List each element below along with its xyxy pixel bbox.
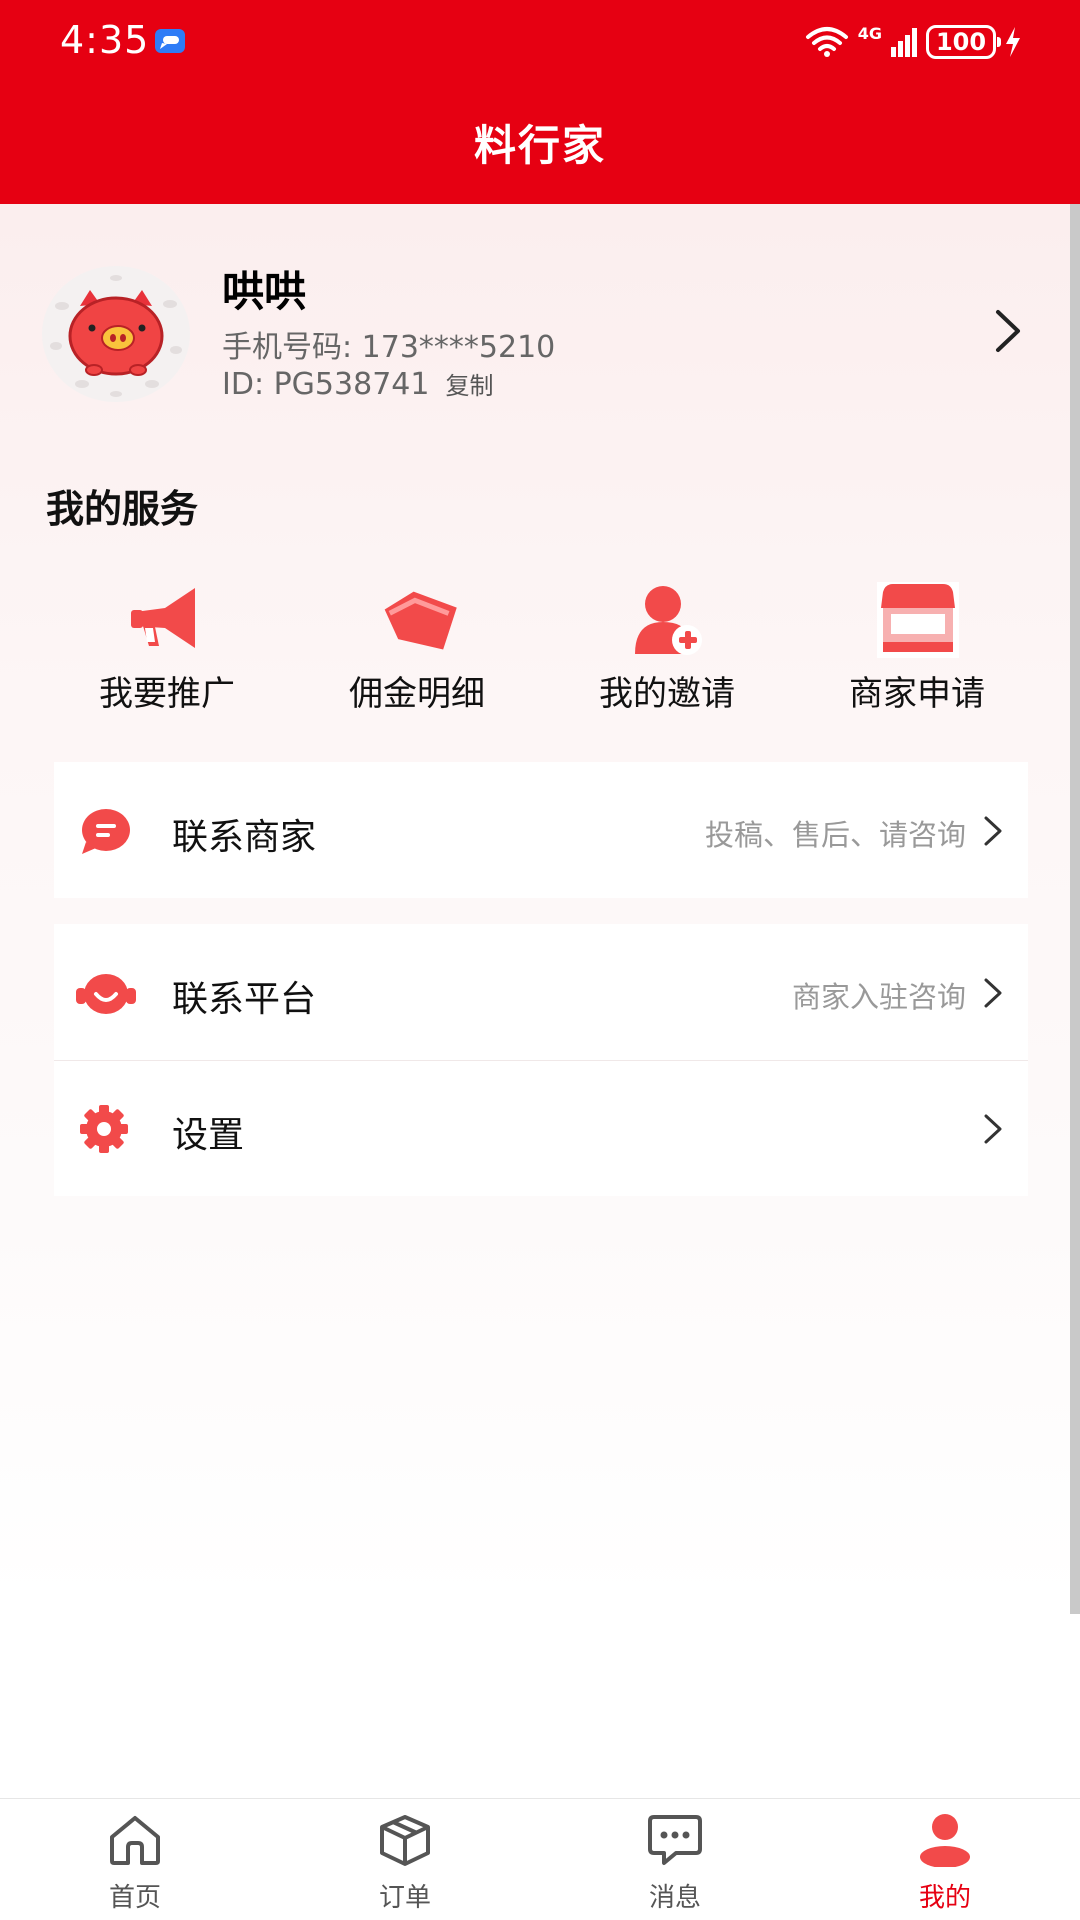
battery-icon: 100 <box>926 25 1001 59</box>
copy-id-button[interactable]: 复制 <box>445 366 493 401</box>
price-tag-icon <box>384 591 457 650</box>
contact-merchant-hint: 投稿、售后、请咨询 <box>704 818 966 852</box>
settings-label: 设置 <box>172 1115 245 1156</box>
bottom-tab-bar: 首页 订单 消息 我的 <box>0 1798 1080 1920</box>
megaphone-icon <box>131 588 195 648</box>
tab-orders[interactable]: 订单 <box>270 1799 540 1920</box>
user-id: ID: PG538741 <box>222 367 430 402</box>
tab-orders-label: 订单 <box>378 1883 431 1913</box>
app-header: 4:35 4G 100 料行家 <box>0 0 1080 204</box>
page-title: 料行家 <box>473 121 606 170</box>
service-merchant-apply[interactable]: 商家申请 <box>792 582 1042 714</box>
package-icon <box>380 1815 430 1866</box>
status-time: 4:35 <box>60 18 150 62</box>
menu-row-settings[interactable]: 设置 <box>54 1060 1028 1196</box>
chat-bubble-icon <box>82 809 130 854</box>
user-name: 哄哄 <box>222 267 307 316</box>
network-type: 4G <box>857 24 882 43</box>
chevron-right-icon <box>984 978 1002 1008</box>
platform-settings-card: 联系平台 商家入驻咨询 设置 <box>54 924 1028 1196</box>
contact-merchant-card: 联系商家 投稿、售后、请咨询 <box>54 762 1028 898</box>
contact-merchant-label: 联系商家 <box>172 817 317 858</box>
gear-icon <box>80 1105 128 1153</box>
tab-home[interactable]: 首页 <box>0 1799 270 1920</box>
tab-home-label: 首页 <box>108 1883 161 1913</box>
storefront-icon <box>877 582 959 658</box>
wifi-icon <box>805 27 848 57</box>
tab-profile-label: 我的 <box>918 1883 971 1913</box>
menu-row-contact-merchant[interactable]: 联系商家 投稿、售后、请咨询 <box>54 762 1028 898</box>
service-invite-label: 我的邀请 <box>599 674 735 714</box>
service-promote[interactable]: 我要推广 <box>42 582 292 714</box>
status-indicators: 4G 100 <box>804 22 1022 62</box>
chevron-right-icon[interactable] <box>990 306 1026 356</box>
message-icon <box>648 1815 702 1865</box>
signal-icon <box>891 28 917 57</box>
menu-row-contact-platform[interactable]: 联系平台 商家入驻咨询 <box>54 924 1028 1060</box>
service-commission[interactable]: 佣金明细 <box>292 582 542 714</box>
service-commission-label: 佣金明细 <box>349 674 485 714</box>
chat-notification-icon <box>155 29 185 53</box>
pig-avatar-icon <box>50 275 182 397</box>
services-title: 我的服务 <box>46 487 199 531</box>
chevron-right-icon <box>984 1114 1002 1144</box>
user-id-row: ID: PG538741 复制 <box>222 366 493 402</box>
customer-service-icon <box>76 974 136 1014</box>
tab-messages-label: 消息 <box>648 1883 701 1913</box>
avatar[interactable] <box>42 266 190 402</box>
contact-platform-label: 联系平台 <box>172 979 317 1020</box>
user-icon <box>920 1814 970 1867</box>
add-user-icon <box>635 586 702 655</box>
tab-messages[interactable]: 消息 <box>540 1799 810 1920</box>
scrollbar[interactable] <box>1070 204 1080 1614</box>
home-icon <box>110 1816 160 1865</box>
service-promote-label: 我要推广 <box>99 674 235 714</box>
battery-level: 100 <box>935 28 987 56</box>
status-bar: 4:35 4G 100 <box>0 0 1080 84</box>
contact-platform-hint: 商家入驻咨询 <box>791 980 966 1014</box>
service-invite[interactable]: 我的邀请 <box>542 582 792 714</box>
user-phone: 手机号码: 173****5210 <box>222 330 556 365</box>
charging-icon <box>1006 27 1020 57</box>
chevron-right-icon <box>984 816 1002 846</box>
tab-profile[interactable]: 我的 <box>810 1799 1080 1920</box>
service-merchant-apply-label: 商家申请 <box>849 674 985 714</box>
